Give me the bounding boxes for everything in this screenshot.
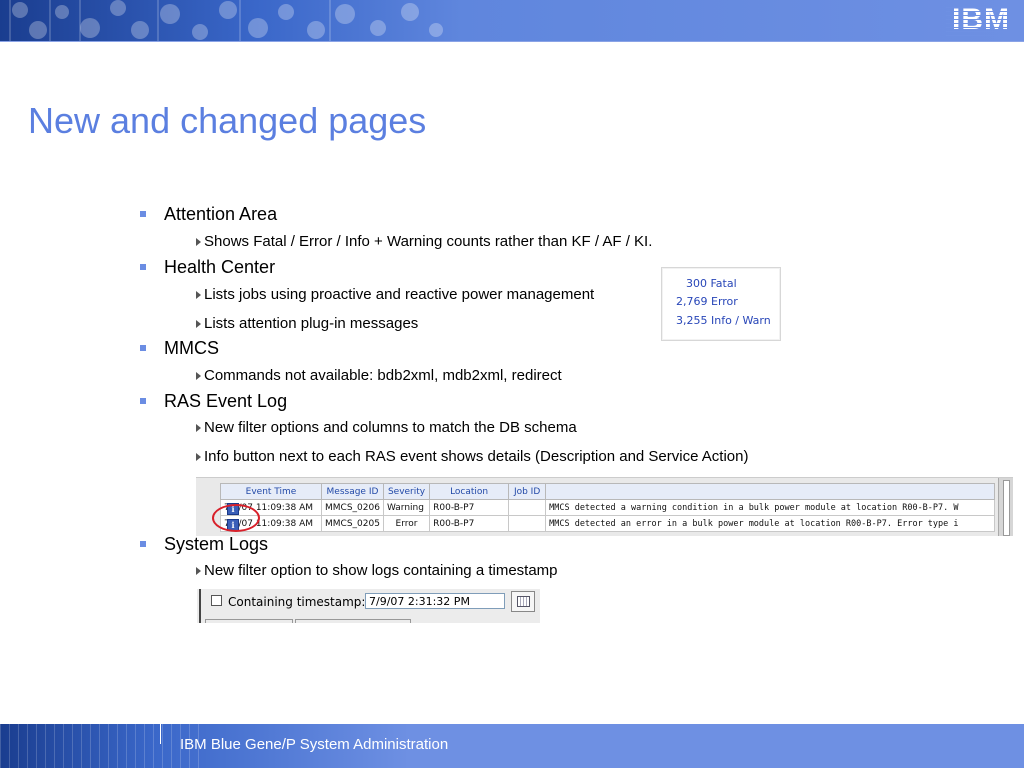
sub-bullet-text: Commands not available: bdb2xml, mdb2xml…	[204, 367, 562, 384]
scrollbar-thumb[interactable]	[1003, 480, 1010, 536]
arrow-icon	[196, 424, 201, 432]
sub-bullet: New filter option to show logs containin…	[196, 562, 558, 579]
column-header[interactable]: Message ID	[321, 483, 384, 500]
containing-timestamp-label: Containing timestamp:	[228, 595, 366, 609]
header-decoration	[9, 0, 443, 42]
column-header[interactable]: Severity	[382, 483, 431, 500]
highlight-circle	[212, 504, 260, 532]
severity-cell: Warning	[382, 499, 431, 516]
arrow-icon	[196, 238, 201, 246]
sub-bullet-text: New filter options and columns to match …	[204, 419, 577, 436]
bullet-square-icon	[140, 345, 146, 351]
vertical-scrollbar[interactable]	[998, 478, 1013, 536]
bullet-label: Health Center	[164, 257, 276, 277]
sub-bullet: New filter options and columns to match …	[196, 419, 577, 436]
arrow-icon	[196, 291, 201, 299]
ibm-logo: IBM	[946, 4, 1016, 36]
page-title: New and changed pages	[28, 100, 427, 141]
panel-edge	[199, 589, 201, 623]
arrow-icon	[196, 453, 201, 461]
column-header[interactable]: Job ID	[508, 483, 547, 500]
timestamp-filter-panel: Containing timestamp:	[197, 589, 540, 623]
arrow-icon	[196, 320, 201, 328]
footer-banner: IBM Blue Gene/P System Administration	[0, 724, 1024, 768]
calendar-icon[interactable]	[511, 591, 535, 612]
panel-tab	[295, 619, 411, 623]
header-banner: IBM	[0, 0, 1024, 42]
table-row[interactable]: 7/9/07 11:09:38 AM MMCS_0205 Error R00-B…	[220, 515, 996, 532]
bullet-label: MMCS	[164, 338, 219, 358]
message-cell: MMCS detected a warning condition in a b…	[545, 499, 996, 516]
column-header[interactable]: Location	[429, 483, 510, 500]
sub-bullet: Lists attention plug-in messages	[196, 315, 418, 332]
column-header[interactable]	[545, 483, 996, 500]
arrow-icon	[196, 372, 201, 380]
error-count-link[interactable]: 2,769 Error	[676, 295, 738, 308]
footer-decoration	[0, 724, 200, 768]
header-rule	[0, 41, 1024, 42]
info-warn-count-link[interactable]: 3,255 Info / Warn	[676, 314, 771, 327]
ras-event-log-panel: Event Time Message ID Severity Location …	[196, 477, 1013, 536]
message-id-cell: MMCS_0205	[321, 515, 384, 532]
bullet-label: RAS Event Log	[164, 391, 288, 411]
bullet-square-icon	[140, 541, 146, 547]
message-id-cell: MMCS_0206	[321, 499, 384, 516]
containing-timestamp-checkbox[interactable]	[211, 595, 222, 606]
table-row[interactable]: 7/9/07 11:09:38 AM MMCS_0206 Warning R00…	[220, 499, 996, 516]
sub-bullet: Shows Fatal / Error / Info + Warning cou…	[196, 233, 652, 250]
timestamp-input[interactable]	[365, 593, 505, 609]
location-cell: R00-B-P7	[429, 499, 510, 516]
panel-tab	[205, 619, 293, 623]
sub-bullet-text: Shows Fatal / Error / Info + Warning cou…	[204, 233, 653, 250]
job-id-cell	[508, 499, 547, 516]
sub-bullet-text: Info button next to each RAS event shows…	[204, 448, 749, 465]
bullet-square-icon	[140, 398, 146, 404]
column-header[interactable]: Event Time	[220, 483, 322, 500]
location-cell: R00-B-P7	[429, 515, 510, 532]
bullet-label: System Logs	[164, 534, 269, 554]
sub-bullet-text: New filter option to show logs containin…	[204, 562, 558, 579]
bullet-square-icon	[140, 211, 146, 217]
sub-bullet: Info button next to each RAS event shows…	[196, 448, 748, 465]
sub-bullet: Commands not available: bdb2xml, mdb2xml…	[196, 367, 562, 384]
fatal-count-link[interactable]: 300 Fatal	[686, 277, 737, 290]
attention-area-panel: 300 Fatal 2,769 Error 3,255 Info / Warn	[661, 267, 781, 341]
bullet-square-icon	[140, 264, 146, 270]
footer-text: IBM Blue Gene/P System Administration	[180, 736, 449, 753]
ras-event-table: Event Time Message ID Severity Location …	[220, 483, 996, 532]
job-id-cell	[508, 515, 547, 532]
sub-bullet: Lists jobs using proactive and reactive …	[196, 286, 594, 303]
sub-bullet-text: Lists jobs using proactive and reactive …	[204, 286, 595, 303]
bullet-label: Attention Area	[164, 204, 278, 224]
footer-separator	[160, 724, 161, 744]
message-cell: MMCS detected an error in a bulk power m…	[545, 515, 996, 532]
severity-cell: Error	[382, 515, 431, 532]
arrow-icon	[196, 567, 201, 575]
sub-bullet-text: Lists attention plug-in messages	[204, 315, 419, 332]
